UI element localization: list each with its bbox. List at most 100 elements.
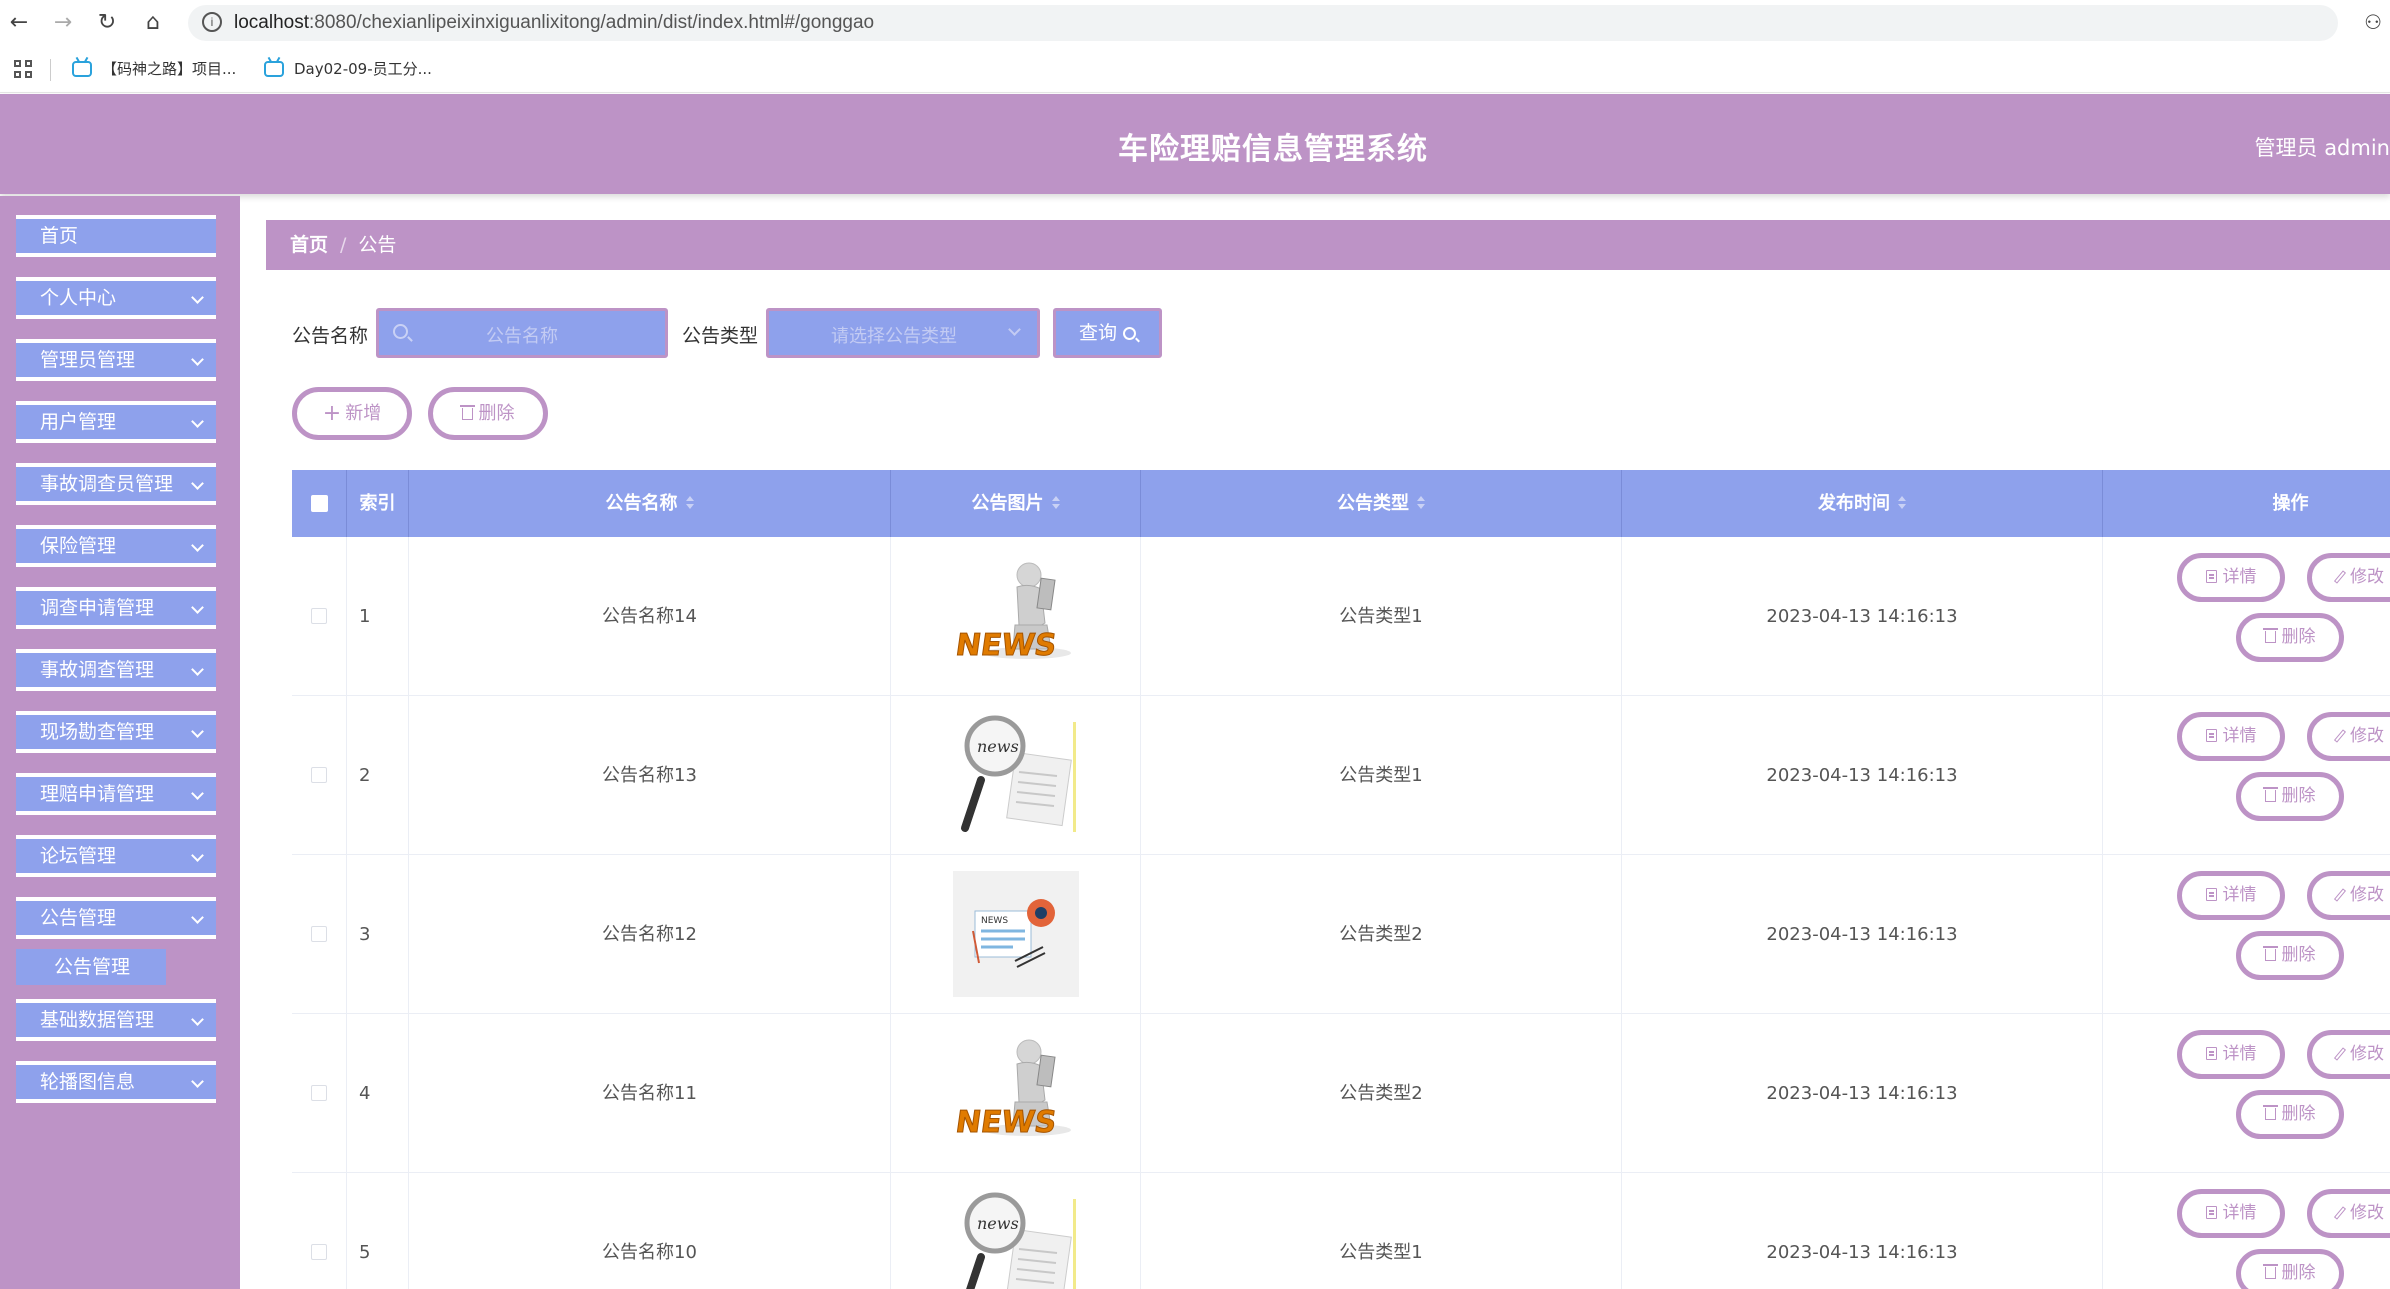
back-icon[interactable]: ← xyxy=(4,8,34,38)
notice-type-placeholder: 请选择公告类型 xyxy=(831,326,957,347)
user-info[interactable]: 管理员 admin xyxy=(2255,132,2390,162)
sidebar-item-accident-investigation[interactable]: 事故调查管理 xyxy=(16,649,216,691)
app-title: 车险理赔信息管理系统 xyxy=(1118,132,1428,167)
actions-cell: 详情 修改删除 xyxy=(2103,1173,2390,1289)
row-checkbox[interactable] xyxy=(311,1244,327,1260)
detail-button[interactable]: 详情 xyxy=(2177,712,2285,761)
sidebar-item-basic-data[interactable]: 基础数据管理 xyxy=(16,999,216,1041)
chevron-down-icon xyxy=(191,1013,204,1026)
detail-button[interactable]: 详情 xyxy=(2177,1189,2285,1238)
sort-icon[interactable] xyxy=(685,496,694,510)
forward-icon[interactable]: → xyxy=(48,8,78,38)
sidebar-item-admin-management[interactable]: 管理员管理 xyxy=(16,339,216,381)
site-info-icon[interactable]: i xyxy=(202,12,222,32)
breadcrumb: 首页 / 公告 xyxy=(266,220,2390,270)
extension-icon[interactable]: ⚇ xyxy=(2364,10,2382,34)
query-button[interactable]: 查询 xyxy=(1053,308,1162,358)
sort-icon[interactable] xyxy=(1898,496,1906,510)
row-checkbox[interactable] xyxy=(311,926,327,942)
notice-image-cell: NEWS xyxy=(891,855,1141,1014)
sidebar-item-home[interactable]: 首页 xyxy=(16,215,216,257)
sidebar-item-label: 轮播图信息 xyxy=(40,1071,136,1093)
bilibili-icon xyxy=(264,60,284,77)
notice-type-select[interactable]: 请选择公告类型 xyxy=(766,308,1040,358)
detail-button[interactable]: 详情 xyxy=(2177,553,2285,602)
edit-button[interactable]: 修改 xyxy=(2307,553,2390,602)
detail-button[interactable]: 详情 xyxy=(2177,871,2285,920)
row-select-cell[interactable] xyxy=(292,537,347,696)
url-path: :8080/chexianlipeixinxiguanlixitong/admi… xyxy=(309,12,875,33)
column-header-actions: 操作 xyxy=(2103,470,2390,537)
document-icon xyxy=(2205,1047,2217,1060)
delete-label: 删除 xyxy=(478,403,515,424)
news-magnifier-image: news xyxy=(960,715,1076,832)
row-select-cell[interactable] xyxy=(292,1173,347,1289)
bookmark-item[interactable]: Day02-09-员工分... xyxy=(264,58,432,79)
column-header-time[interactable]: 发布时间 xyxy=(1622,470,2103,537)
sort-icon[interactable] xyxy=(1417,496,1425,510)
svg-text:news: news xyxy=(977,737,1019,756)
sidebar-item-label: 公告管理 xyxy=(40,907,117,929)
sidebar-item-user-management[interactable]: 用户管理 xyxy=(16,401,216,443)
sort-icon[interactable] xyxy=(1051,496,1060,510)
edit-button[interactable]: 修改 xyxy=(2307,1189,2390,1238)
sidebar-item-claim-request[interactable]: 理赔申请管理 xyxy=(16,773,216,815)
chevron-down-icon xyxy=(191,353,204,366)
sidebar-item-notice-management[interactable]: 公告管理 xyxy=(16,897,216,939)
action-label: 修改 xyxy=(2350,1203,2384,1223)
delete-button[interactable]: 删除 xyxy=(2236,613,2344,662)
row-checkbox[interactable] xyxy=(311,608,327,624)
sidebar-item-carousel[interactable]: 轮播图信息 xyxy=(16,1061,216,1103)
trash-icon xyxy=(2262,787,2278,802)
breadcrumb-home[interactable]: 首页 xyxy=(290,234,328,256)
notice-type-label: 公告类型 xyxy=(682,325,759,347)
row-checkbox[interactable] xyxy=(311,767,327,783)
select-all-checkbox[interactable] xyxy=(292,470,347,537)
action-label: 详情 xyxy=(2222,567,2257,587)
apps-grid-icon[interactable] xyxy=(14,60,32,78)
chevron-down-icon xyxy=(191,291,204,304)
row-select-cell[interactable] xyxy=(292,1014,347,1173)
submenu-item-notice-management[interactable]: 公告管理 xyxy=(16,949,166,985)
chevron-down-icon xyxy=(191,725,204,738)
index-cell: 1 xyxy=(347,537,409,696)
edit-button[interactable]: 修改 xyxy=(2307,871,2390,920)
row-select-cell[interactable] xyxy=(292,855,347,1014)
sidebar-item-investigator-management[interactable]: 事故调查员管理 xyxy=(16,463,216,505)
detail-button[interactable]: 详情 xyxy=(2177,1030,2285,1079)
column-header-image[interactable]: 公告图片 xyxy=(891,470,1141,537)
row-select-cell[interactable] xyxy=(292,696,347,855)
table-row: 2 公告名称13 news 公告类型1 2023-04-13 14:16:13 详情 修… xyxy=(292,696,2390,855)
column-header-type[interactable]: 公告类型 xyxy=(1141,470,1622,537)
index-cell: 2 xyxy=(347,696,409,855)
sidebar-item-insurance-management[interactable]: 保险管理 xyxy=(16,525,216,567)
sidebar-item-forum-management[interactable]: 论坛管理 xyxy=(16,835,216,877)
notice-type-cell: 公告类型2 xyxy=(1141,1014,1622,1173)
column-header-name[interactable]: 公告名称 xyxy=(409,470,891,537)
table-row: 4 公告名称11 NEWS 公告类型2 2023-04-13 14:16:13 详情 修… xyxy=(292,1014,2390,1173)
sidebar-item-personal-center[interactable]: 个人中心 xyxy=(16,277,216,319)
delete-button[interactable]: 删除 xyxy=(2236,1249,2344,1289)
url-text[interactable]: localhost:8080/chexianlipeixinxiguanlixi… xyxy=(234,12,874,34)
delete-button[interactable]: 删除 xyxy=(2236,931,2344,980)
chevron-down-icon xyxy=(191,911,204,924)
home-icon[interactable]: ⌂ xyxy=(138,8,168,38)
reload-icon[interactable]: ↻ xyxy=(92,8,122,38)
delete-button[interactable]: 删除 xyxy=(2236,772,2344,821)
delete-button[interactable]: 删除 xyxy=(2236,1090,2344,1139)
row-checkbox[interactable] xyxy=(311,1085,327,1101)
action-label: 删除 xyxy=(2281,1263,2316,1283)
action-label: 修改 xyxy=(2350,726,2384,746)
sidebar-item-site-survey[interactable]: 现场勘查管理 xyxy=(16,711,216,753)
add-button[interactable]: + 新增 xyxy=(292,387,412,440)
column-label: 公告名称 xyxy=(605,493,678,514)
notice-type-cell: 公告类型2 xyxy=(1141,855,1622,1014)
notice-name-input[interactable]: 公告名称 xyxy=(376,308,668,358)
batch-delete-button[interactable]: 删除 xyxy=(428,387,548,440)
address-bar[interactable]: i localhost:8080/chexianlipeixinxiguanli… xyxy=(188,5,2338,41)
edit-button[interactable]: 修改 xyxy=(2307,712,2390,761)
publish-time-cell: 2023-04-13 14:16:13 xyxy=(1622,855,2103,1014)
bookmark-item[interactable]: 【码神之路】项目... xyxy=(72,58,236,79)
edit-button[interactable]: 修改 xyxy=(2307,1030,2390,1079)
sidebar-item-investigation-request[interactable]: 调查申请管理 xyxy=(16,587,216,629)
